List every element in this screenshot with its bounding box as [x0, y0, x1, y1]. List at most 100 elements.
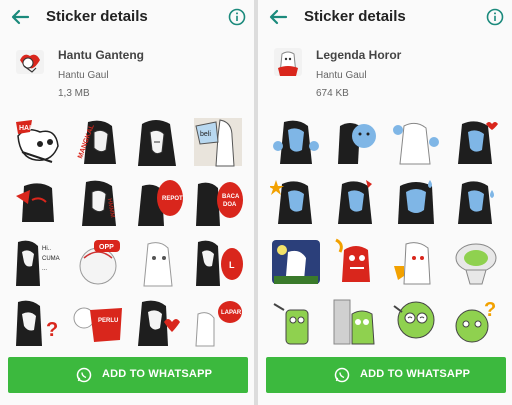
bored-ghost-sticker: HMMM	[82, 180, 116, 226]
svg-text:OPP: OPP	[99, 244, 114, 251]
pack-author: Hantu Gaul	[316, 70, 367, 81]
add-to-whatsapp-button[interactable]: ADD TO WHATSAPP	[8, 357, 248, 393]
sticker-15[interactable]	[132, 296, 184, 348]
sticker-7[interactable]	[390, 176, 442, 228]
page-title: Sticker details	[46, 8, 148, 25]
sticker-3[interactable]	[132, 116, 184, 168]
svg-text:beli: beli	[200, 131, 211, 138]
ghost-l-sticker: L	[196, 240, 243, 286]
sticker-11[interactable]	[132, 236, 184, 288]
page-title: Sticker details	[304, 8, 406, 25]
svg-text:PERLU: PERLU	[98, 318, 118, 324]
sticker-13[interactable]: ?	[12, 296, 64, 348]
sticker-12[interactable]	[450, 236, 502, 288]
pocong-hands-sticker	[393, 122, 439, 165]
pack-size: 1,3 MB	[58, 88, 90, 99]
back-arrow-icon[interactable]	[268, 8, 288, 26]
whatsapp-icon	[334, 367, 350, 383]
sticker-7[interactable]: REPOT	[132, 176, 184, 228]
whatsapp-icon	[76, 367, 92, 383]
sticker-9[interactable]	[270, 236, 322, 288]
blue-ghost-sweat-sticker	[398, 180, 434, 224]
sticker-4[interactable]	[450, 116, 502, 168]
pack-size: 674 KB	[316, 88, 349, 99]
sticker-5[interactable]	[12, 176, 64, 228]
ghost-laper-sticker: LAPAR	[195, 301, 242, 347]
ghost-question-sticker: ?	[16, 300, 58, 346]
sticker-6[interactable]: HMMM	[72, 176, 124, 228]
sticker-16[interactable]: ?	[450, 296, 502, 348]
pack-tray-icon	[16, 50, 44, 74]
sticker-1[interactable]: HAI	[12, 116, 64, 168]
sticker-13[interactable]	[270, 296, 322, 348]
pack-name: Legenda Horor	[316, 48, 402, 62]
ghost-baca-sticker: BACA DOA	[196, 182, 243, 226]
sticker-details-panel-right: Sticker details Legenda Horor Hantu Gaul…	[258, 0, 512, 405]
sticker-15[interactable]	[390, 296, 442, 348]
sticker-9[interactable]: Hi.. CUMA ...	[12, 236, 64, 288]
pack-author: Hantu Gaul	[58, 70, 109, 81]
sticker-2[interactable]	[330, 116, 382, 168]
svg-text:L: L	[229, 260, 235, 270]
sticker-grid: HAI MANGKAL beli HMMM REPOT BACA DOA Hi.…	[8, 116, 248, 348]
door-ghost-sticker	[333, 299, 375, 345]
green-ghost-sticker	[273, 303, 309, 345]
svg-text:LAPAR: LAPAR	[221, 310, 242, 316]
long-hair-ghost-sticker	[138, 120, 176, 166]
sticker-14[interactable]	[330, 296, 382, 348]
night-ghost-sticker	[272, 240, 320, 284]
sticker-grid: ?	[266, 116, 506, 348]
green-question-sticker: ?	[455, 299, 496, 343]
svg-text:DOA: DOA	[223, 202, 237, 208]
add-to-whatsapp-label: ADD TO WHATSAPP	[102, 368, 213, 380]
toilet-ghost-sticker	[455, 243, 497, 285]
blue-ghost-angry-sticker	[338, 180, 372, 224]
sticker-8[interactable]: BACA DOA	[192, 176, 244, 228]
ghost-heart-sticker	[138, 300, 180, 346]
thumbs-down-ghost-sticker	[394, 242, 431, 285]
sticker-5[interactable]	[270, 176, 322, 228]
ghost-cuma-sticker: Hi.. CUMA ...	[16, 240, 60, 286]
blue-ghost-star-sticker	[270, 180, 312, 224]
svg-text:Hi..: Hi..	[42, 246, 51, 252]
add-to-whatsapp-button[interactable]: ADD TO WHATSAPP	[266, 357, 506, 393]
pack-tray-icon	[274, 48, 302, 76]
add-to-whatsapp-label: ADD TO WHATSAPP	[360, 368, 471, 380]
app-bar: Sticker details	[258, 0, 512, 34]
sticker-2[interactable]: MANGKAL	[72, 116, 124, 168]
sticker-1[interactable]	[270, 116, 322, 168]
sticker-details-panel-left: Sticker details Hantu Ganteng Hantu Gaul…	[0, 0, 254, 405]
blue-ghost-sticker	[273, 120, 319, 164]
sticker-12[interactable]: L	[192, 236, 244, 288]
sticker-10[interactable]: OPP	[72, 236, 124, 288]
ghost-mangkal-sticker: MANGKAL	[77, 120, 116, 164]
svg-text:CUMA: CUMA	[42, 256, 60, 262]
sticker-6[interactable]	[330, 176, 382, 228]
info-icon[interactable]	[486, 8, 504, 26]
sticker-14[interactable]: PERLU	[72, 296, 124, 348]
blue-ghost-hair-sticker	[338, 123, 376, 164]
ghost-opp-sticker: OPP	[79, 240, 120, 285]
svg-text:HAI: HAI	[19, 125, 31, 132]
svg-text:...: ...	[42, 266, 47, 272]
app-bar: Sticker details	[0, 0, 254, 34]
info-icon[interactable]	[228, 8, 246, 26]
pack-name: Hantu Ganteng	[58, 48, 144, 62]
white-ghost-sticker	[143, 242, 173, 287]
sticker-4[interactable]: beli	[192, 116, 244, 168]
ghost-hai-sticker: HAI	[16, 120, 59, 163]
sticker-16[interactable]: LAPAR	[192, 296, 244, 348]
svg-text:?: ?	[46, 319, 58, 341]
swirl-eye-ghost-sticker	[393, 301, 435, 339]
sticker-11[interactable]	[390, 236, 442, 288]
back-arrow-icon[interactable]	[10, 8, 30, 26]
pack-header: Legenda Horor Hantu Gaul 674 KB	[258, 40, 512, 110]
pocong-beli-sticker: beli	[194, 118, 242, 167]
svg-text:BACA: BACA	[222, 194, 240, 200]
blue-ghost-heart-sticker	[458, 121, 498, 164]
angry-ghost-sticker	[16, 183, 54, 222]
sticker-8[interactable]	[450, 176, 502, 228]
sticker-10[interactable]	[330, 236, 382, 288]
sticker-3[interactable]	[390, 116, 442, 168]
svg-text:?: ?	[484, 299, 496, 321]
